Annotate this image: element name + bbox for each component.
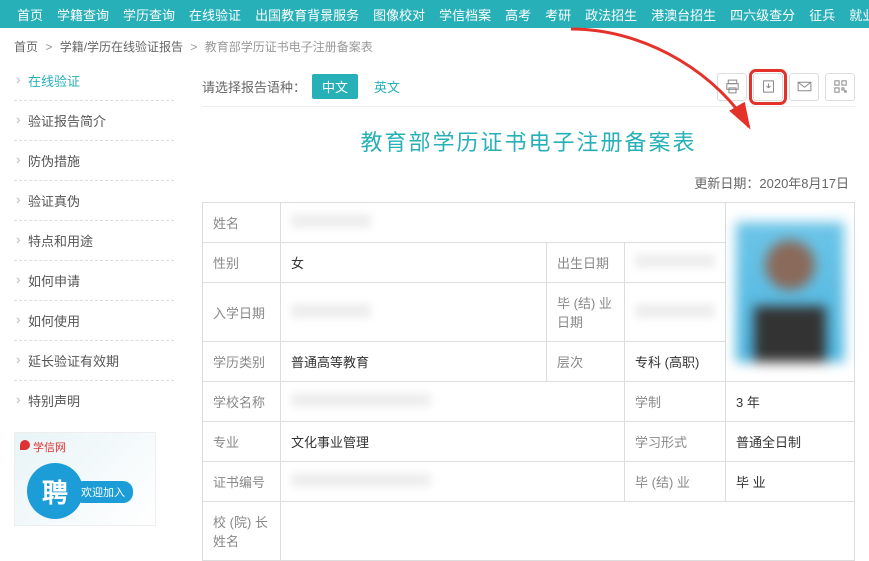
report: 教育部学历证书电子注册备案表 更新日期：2020年8月17日 姓名 性别 女 出… (202, 107, 855, 561)
value-gender: 女 (281, 243, 547, 283)
value-school (281, 382, 625, 422)
sidebar-item-how-apply[interactable]: 如何申请 (14, 260, 174, 300)
sidebar-item-how-use[interactable]: 如何使用 (14, 300, 174, 340)
value-name (281, 203, 726, 243)
report-table: 姓名 性别 女 出生日期 入学日期 毕 (结) 业日期 (202, 202, 855, 561)
breadcrumb-mid[interactable]: 学籍/学历在线验证报告 (60, 40, 183, 54)
lang-en-button[interactable]: 英文 (364, 74, 410, 99)
language-picker: 请选择报告语种： 中文 英文 (202, 74, 410, 99)
label-name: 姓名 (203, 203, 281, 243)
sidebar-item-statement[interactable]: 特别声明 (14, 380, 174, 420)
download-icon (760, 78, 777, 95)
download-button[interactable] (753, 73, 783, 101)
label-duration: 学制 (625, 382, 726, 422)
print-button[interactable] (717, 73, 747, 101)
printer-icon (724, 78, 741, 95)
value-edutype: 普通高等教育 (281, 342, 547, 382)
nav-item[interactable]: 在线验证 (182, 5, 248, 24)
mail-button[interactable] (789, 73, 819, 101)
label-edutype: 学历类别 (203, 342, 281, 382)
label-school: 学校名称 (203, 382, 281, 422)
label-gender: 性别 (203, 243, 281, 283)
logo-icon (20, 440, 30, 450)
sidebar-item-features[interactable]: 特点和用途 (14, 220, 174, 260)
label-certno: 证书编号 (203, 462, 281, 502)
mail-icon (796, 78, 813, 95)
nav-item[interactable]: 四六级查分 (723, 5, 802, 24)
report-title: 教育部学历证书电子注册备案表 (202, 125, 855, 157)
lang-zh-button[interactable]: 中文 (312, 74, 358, 99)
label-gradresult: 毕 (结) 业 (625, 462, 726, 502)
nav-item[interactable]: 图像校对 (366, 5, 432, 24)
nav-item[interactable]: 就业 (842, 5, 869, 24)
photo-cell (726, 203, 855, 382)
sidebar: 在线验证 验证报告简介 防伪措施 验证真伪 特点和用途 如何申请 如何使用 延长… (14, 67, 174, 561)
value-mode: 普通全日制 (726, 422, 855, 462)
breadcrumb: 首页 > 学籍/学历在线验证报告 > 教育部学历证书电子注册备案表 (0, 28, 869, 67)
id-photo (736, 222, 844, 362)
label-major: 专业 (203, 422, 281, 462)
sidebar-item-report-intro[interactable]: 验证报告简介 (14, 100, 174, 140)
top-nav: 首页 学籍查询 学历查询 在线验证 出国教育背景服务 图像校对 学信档案 高考 … (0, 0, 869, 28)
sidebar-item-extend-validity[interactable]: 延长验证有效期 (14, 340, 174, 380)
nav-item[interactable]: 学历查询 (116, 5, 182, 24)
nav-item[interactable]: 高考 (498, 5, 538, 24)
nav-item[interactable]: 考研 (538, 5, 578, 24)
label-grad: 毕 (结) 业日期 (547, 283, 625, 342)
nav-item[interactable]: 政法招生 (578, 5, 644, 24)
value-gradresult: 毕 业 (726, 462, 855, 502)
sidebar-item-anti-forgery[interactable]: 防伪措施 (14, 140, 174, 180)
nav-item[interactable]: 首页 (10, 5, 50, 24)
label-schoolhead: 校 (院) 长姓名 (203, 502, 281, 561)
breadcrumb-sep: > (45, 40, 52, 54)
content: 请选择报告语种： 中文 英文 教育部学历证书电子注册备案表 更新日期：2020年… (202, 67, 855, 561)
label-birth: 出生日期 (547, 243, 625, 283)
action-bar (717, 73, 855, 101)
value-grad (625, 283, 726, 342)
label-level: 层次 (547, 342, 625, 382)
update-date: 更新日期：2020年8月17日 (202, 173, 849, 192)
value-major: 文化事业管理 (281, 422, 625, 462)
value-birth (625, 243, 726, 283)
nav-item[interactable]: 出国教育背景服务 (248, 5, 366, 24)
nav-item[interactable]: 港澳台招生 (644, 5, 723, 24)
value-duration: 3 年 (726, 382, 855, 422)
nav-item[interactable]: 学信档案 (432, 5, 498, 24)
breadcrumb-sep: > (190, 40, 197, 54)
sidebar-item-online-verify[interactable]: 在线验证 (14, 67, 174, 100)
qrcode-button[interactable] (825, 73, 855, 101)
value-schoolhead (281, 502, 855, 561)
banner-brand: 学信网 (33, 439, 66, 455)
nav-item[interactable]: 学籍查询 (50, 5, 116, 24)
value-level: 专科 (高职) (625, 342, 726, 382)
lang-label: 请选择报告语种： (202, 77, 306, 96)
breadcrumb-home[interactable]: 首页 (14, 40, 38, 54)
label-enroll: 入学日期 (203, 283, 281, 342)
value-enroll (281, 283, 547, 342)
recruit-banner[interactable]: 学信网 聘 欢迎加入 (14, 432, 156, 526)
qrcode-icon (832, 78, 849, 95)
label-mode: 学习形式 (625, 422, 726, 462)
breadcrumb-current: 教育部学历证书电子注册备案表 (205, 40, 373, 54)
nav-item[interactable]: 征兵 (802, 5, 842, 24)
value-certno (281, 462, 625, 502)
sidebar-item-verify-auth[interactable]: 验证真伪 (14, 180, 174, 220)
